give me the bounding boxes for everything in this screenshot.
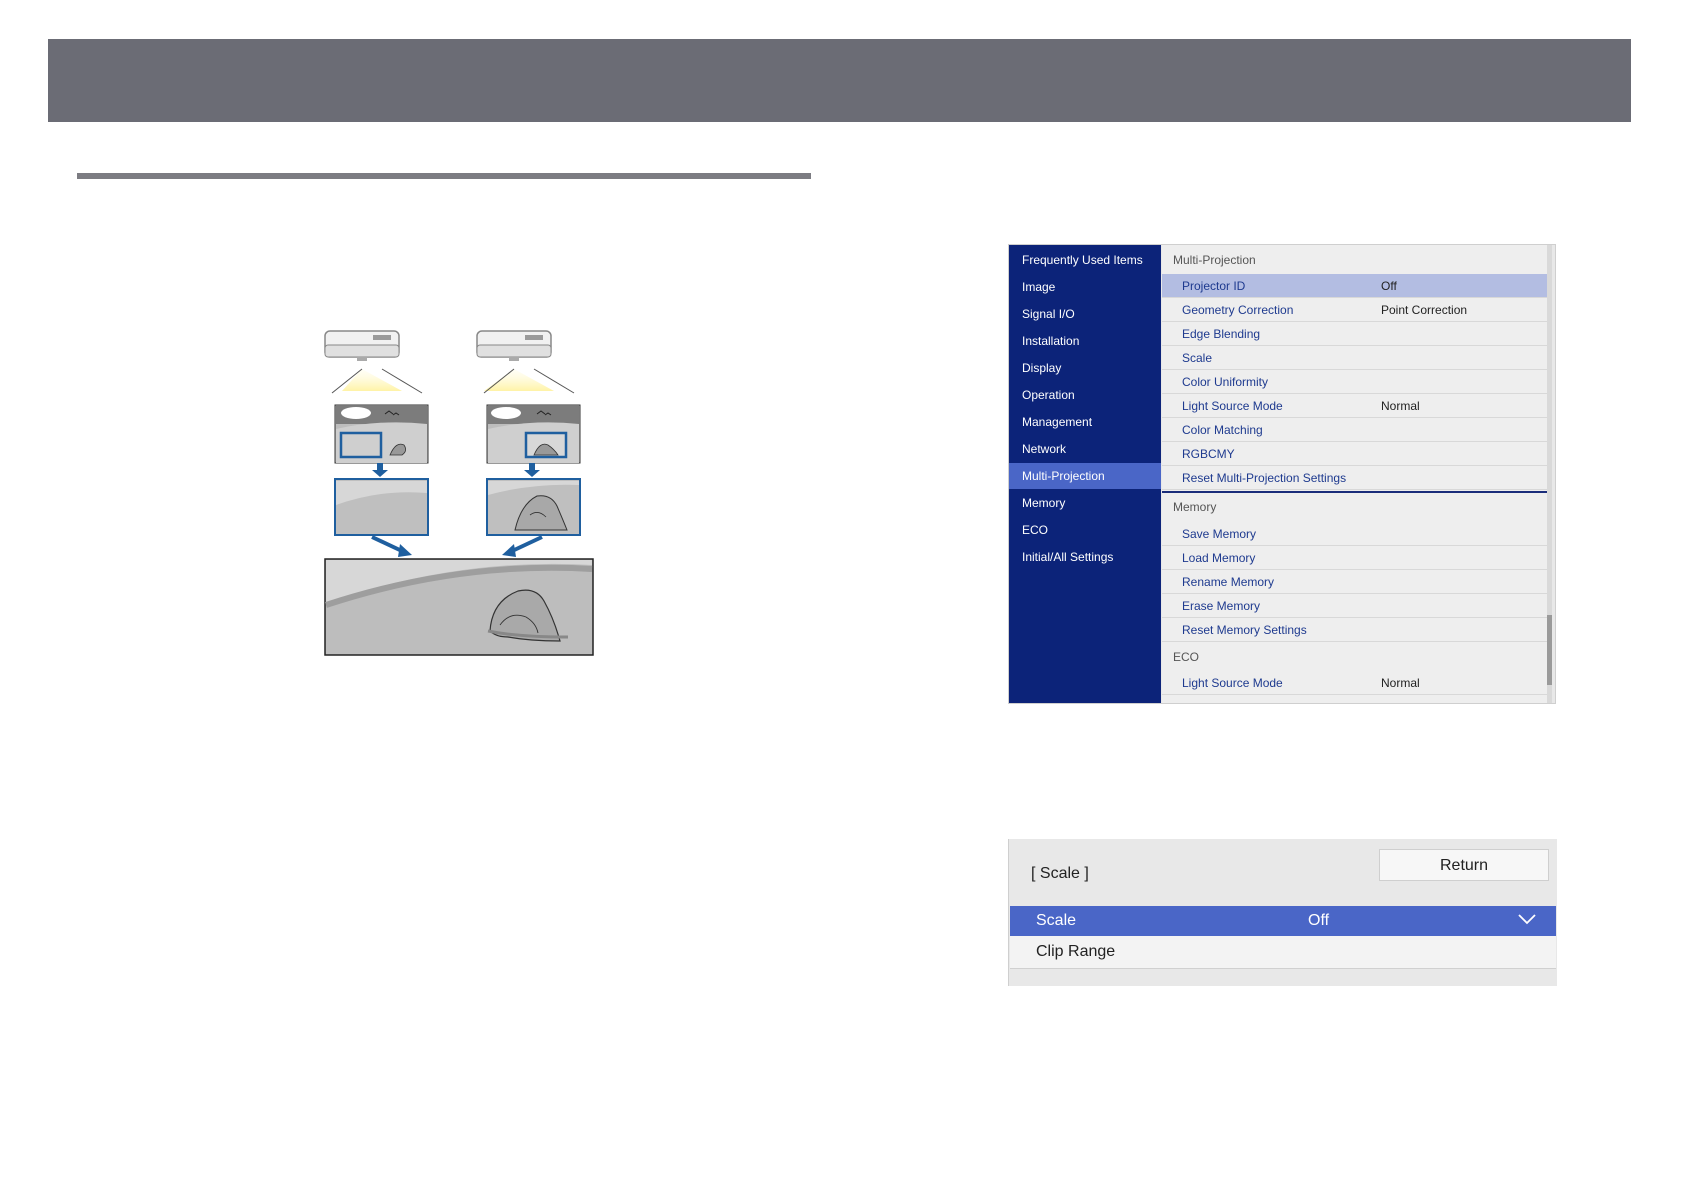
row-label: RGBCMY xyxy=(1182,447,1235,461)
menu-row[interactable]: Reset Multi-Projection Settings xyxy=(1162,466,1552,490)
header-bar xyxy=(48,39,1631,122)
row-label: Load Memory xyxy=(1182,551,1256,565)
scrollbar-thumb[interactable] xyxy=(1547,615,1552,685)
merge-arrow-icon xyxy=(371,535,543,557)
row-label: Scale xyxy=(1182,351,1213,365)
menu-row[interactable]: Light Source Mode Normal xyxy=(1162,394,1552,418)
sidebar-item-image[interactable]: Image xyxy=(1009,274,1161,300)
menu-row[interactable]: RGBCMY xyxy=(1162,442,1552,466)
row-label: Edge Blending xyxy=(1182,327,1261,341)
row-value: Normal xyxy=(1381,676,1420,690)
dialog-title: [ Scale ] xyxy=(1031,865,1089,882)
sidebar-item-display[interactable]: Display xyxy=(1009,355,1161,381)
menu-row[interactable]: Light Source Mode Normal xyxy=(1162,671,1552,695)
section-divider xyxy=(77,173,811,179)
combined-image xyxy=(324,558,594,656)
section-title-memory: Memory xyxy=(1162,491,1552,519)
row-label: Projector ID xyxy=(1182,279,1246,293)
menu-row[interactable]: Edge Blending xyxy=(1162,322,1552,346)
sidebar-item-eco[interactable]: ECO xyxy=(1009,517,1161,543)
row-label: Color Uniformity xyxy=(1182,375,1269,389)
scaled-image-right xyxy=(486,478,581,536)
menu-row[interactable]: Scale xyxy=(1162,346,1552,370)
section-title-eco: ECO xyxy=(1173,650,1200,664)
scale-dialog: [ Scale ] Return Scale Off Clip Range xyxy=(1008,839,1557,986)
menu-row[interactable]: Projector ID Off xyxy=(1162,274,1552,298)
menu-panel: Multi-Projection Projector ID Off Geomet… xyxy=(1162,245,1552,703)
sidebar-item-signal-io[interactable]: Signal I/O xyxy=(1009,301,1161,327)
menu-row[interactable]: Color Uniformity xyxy=(1162,370,1552,394)
projector-right-icon xyxy=(476,330,575,394)
menu-row[interactable]: Rename Memory xyxy=(1162,570,1552,594)
menu-row[interactable]: Erase Memory xyxy=(1162,594,1552,618)
sidebar-item-operation[interactable]: Operation xyxy=(1009,382,1161,408)
clip-range-label: Clip Range xyxy=(1036,943,1116,960)
row-label: Light Source Mode xyxy=(1182,676,1283,690)
sidebar-item-network[interactable]: Network xyxy=(1009,436,1161,462)
menu-row[interactable]: Color Matching xyxy=(1162,418,1552,442)
scale-value: Off xyxy=(1308,912,1330,929)
menu-row[interactable]: Geometry Correction Point Correction xyxy=(1162,298,1552,322)
chevron-down-icon[interactable] xyxy=(1518,913,1536,925)
clip-range-row[interactable]: Clip Range xyxy=(1010,936,1556,969)
projector-left-icon xyxy=(324,330,423,394)
sidebar-item-memory[interactable]: Memory xyxy=(1009,490,1161,516)
return-button[interactable]: Return xyxy=(1379,849,1549,881)
multi-projection-scale-illustration xyxy=(324,330,594,656)
row-label: Save Memory xyxy=(1182,527,1257,541)
menu-row[interactable]: Load Memory xyxy=(1162,546,1552,570)
down-arrow-icon xyxy=(372,463,540,477)
sidebar-item-multi-projection[interactable]: Multi-Projection xyxy=(1009,463,1161,489)
row-label: Reset Multi-Projection Settings xyxy=(1182,471,1347,485)
sidebar-item-installation[interactable]: Installation xyxy=(1009,328,1161,354)
sidebar-item-management[interactable]: Management xyxy=(1009,409,1161,435)
row-label: Color Matching xyxy=(1182,423,1263,437)
sidebar-item-frequently-used-items[interactable]: Frequently Used Items xyxy=(1009,247,1161,273)
source-image-right xyxy=(486,404,581,464)
row-label: Rename Memory xyxy=(1182,575,1275,589)
row-label: Erase Memory xyxy=(1182,599,1261,613)
menu-row[interactable]: Save Memory xyxy=(1162,522,1552,546)
menu-row[interactable]: Reset Memory Settings xyxy=(1162,618,1552,642)
row-value: Point Correction xyxy=(1381,303,1468,317)
row-value: Normal xyxy=(1381,399,1420,413)
projector-settings-menu: Frequently Used Items Image Signal I/O I… xyxy=(1008,244,1556,704)
scale-label: Scale xyxy=(1036,912,1077,929)
scale-setting-row[interactable]: Scale Off xyxy=(1010,906,1556,936)
menu-sidebar: Frequently Used Items Image Signal I/O I… xyxy=(1009,245,1161,703)
sidebar-item-initial-all-settings[interactable]: Initial/All Settings xyxy=(1009,544,1161,570)
row-value: Off xyxy=(1381,279,1397,293)
scaled-image-left xyxy=(334,478,429,536)
row-label: Geometry Correction xyxy=(1182,303,1294,317)
row-label: Light Source Mode xyxy=(1182,399,1283,413)
source-image-left xyxy=(334,404,429,464)
row-label: Reset Memory Settings xyxy=(1182,623,1307,637)
section-title-multi-projection: Multi-Projection xyxy=(1173,253,1256,267)
